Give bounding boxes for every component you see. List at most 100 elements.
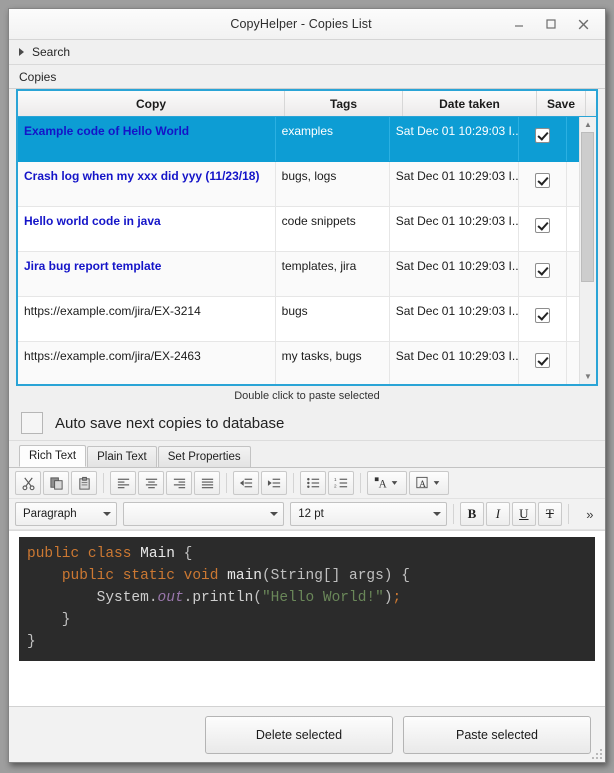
table-row[interactable]: Example code of Hello World examples Sat D…: [18, 117, 579, 162]
save-checkbox[interactable]: [535, 308, 551, 323]
code-token: Main: [140, 546, 175, 562]
column-header-tags[interactable]: Tags: [285, 91, 403, 116]
background-color-button[interactable]: A: [409, 471, 449, 495]
column-header-copy[interactable]: Copy: [18, 91, 285, 116]
table-row[interactable]: https://example.com/jira/EX-3214 bugs Sat …: [18, 297, 579, 342]
rich-text-editor[interactable]: public class Main { public static void m…: [9, 530, 605, 706]
cell-spacer: [567, 342, 579, 384]
save-checkbox[interactable]: [535, 263, 551, 278]
maximize-button[interactable]: [535, 10, 567, 38]
autosave-checkbox[interactable]: [21, 412, 43, 434]
align-left-button[interactable]: [110, 471, 136, 495]
underline-button[interactable]: U: [511, 502, 536, 526]
close-button[interactable]: [567, 10, 599, 38]
font-size-value: 12 pt: [298, 508, 324, 520]
code-token: {: [174, 546, 193, 562]
tab-set-properties[interactable]: Set Properties: [157, 446, 251, 467]
code-token: .: [148, 590, 158, 607]
increase-indent-button[interactable]: [261, 471, 287, 495]
cell-tags: code snippets: [276, 207, 390, 251]
search-expander[interactable]: Search: [9, 40, 605, 65]
decrease-indent-button[interactable]: [233, 471, 259, 495]
code-token: public: [27, 546, 80, 562]
scrollbar-track[interactable]: [580, 132, 596, 369]
save-checkbox[interactable]: [535, 353, 551, 368]
svg-text:1: 1: [334, 477, 337, 482]
app-window: CopyHelper - Copies List Search Copies C…: [8, 8, 606, 763]
cell-save[interactable]: [519, 162, 567, 206]
font-family-select[interactable]: [122, 502, 285, 526]
cell-spacer: [567, 207, 579, 251]
strikethrough-label: T: [545, 506, 554, 521]
chevron-down-icon: [433, 512, 441, 516]
table-row[interactable]: Hello world code in java code snippets Sat…: [18, 207, 579, 252]
tab-plain-text[interactable]: Plain Text: [87, 446, 157, 467]
format-toolbar: 1 2 A A: [9, 468, 605, 499]
column-header-save[interactable]: Save: [537, 91, 586, 116]
autosave-row[interactable]: Auto save next copies to database: [9, 406, 605, 441]
cell-date: Sat Dec 01 10:29:03 I...: [390, 342, 520, 384]
copies-group-header: Copies: [9, 65, 605, 89]
resize-grip[interactable]: [592, 749, 602, 759]
cut-button[interactable]: [15, 471, 41, 495]
minimize-button[interactable]: [503, 10, 535, 38]
code-token: void: [183, 568, 219, 585]
numbered-list-button[interactable]: 1 2: [328, 471, 354, 495]
code-content[interactable]: public class Main { public static void m…: [19, 537, 595, 662]
bold-button[interactable]: B: [459, 502, 484, 526]
toolbar-separator: [293, 473, 294, 493]
scroll-down-icon[interactable]: ▼: [580, 369, 596, 384]
code-token: System: [96, 590, 149, 607]
text-color-button[interactable]: A: [367, 471, 407, 495]
table-body-area: Example code of Hello World examples Sat D…: [18, 117, 596, 384]
strikethrough-button[interactable]: T: [537, 502, 562, 526]
scroll-up-icon[interactable]: ▲: [580, 117, 596, 132]
save-checkbox[interactable]: [535, 218, 551, 233]
toolbar-overflow-button[interactable]: »: [581, 507, 599, 522]
underline-label: U: [519, 506, 529, 521]
align-right-button[interactable]: [166, 471, 192, 495]
autosave-label: Auto save next copies to database: [55, 414, 285, 432]
cell-copy: Hello world code in java: [18, 207, 276, 251]
italic-label: I: [495, 506, 501, 521]
cell-save[interactable]: [519, 342, 567, 384]
tab-rich-text[interactable]: Rich Text: [19, 445, 87, 467]
copy-button[interactable]: [43, 471, 69, 495]
cell-copy: Example code of Hello World: [18, 117, 276, 161]
table-row[interactable]: https://example.com/jira/EX-2463 my tasks…: [18, 342, 579, 384]
cell-tags: templates, jira: [276, 252, 390, 296]
bullet-list-button[interactable]: [300, 471, 326, 495]
code-token: }: [27, 634, 36, 651]
paste-button[interactable]: [71, 471, 97, 495]
numbered-list-icon: 1 2: [334, 477, 347, 489]
cell-spacer: [567, 117, 579, 161]
cell-save[interactable]: [519, 297, 567, 341]
table-row[interactable]: Crash log when my xxx did yyy (11/23/18)…: [18, 162, 579, 207]
align-center-button[interactable]: [138, 471, 164, 495]
triangle-right-icon: [19, 48, 24, 56]
code-token: "Hello World!": [261, 590, 384, 607]
font-size-select[interactable]: 12 pt: [290, 502, 447, 526]
table-row[interactable]: Jira bug report template templates, jira S…: [18, 252, 579, 297]
cell-save[interactable]: [519, 117, 567, 161]
italic-button[interactable]: I: [485, 502, 510, 526]
save-checkbox[interactable]: [535, 173, 551, 188]
table-header-row: Copy Tags Date taken Save: [18, 91, 596, 117]
scrollbar-thumb[interactable]: [581, 132, 594, 282]
delete-selected-button[interactable]: Delete selected: [205, 715, 393, 754]
cell-tags: bugs, logs: [276, 162, 390, 206]
code-token: ;: [392, 590, 402, 607]
paste-selected-button[interactable]: Paste selected: [403, 715, 591, 754]
action-button-bar: Delete selected Paste selected: [9, 706, 605, 762]
bold-label: B: [467, 506, 477, 521]
paragraph-style-select[interactable]: Paragraph: [15, 502, 117, 526]
cell-save[interactable]: [519, 207, 567, 251]
toolbar-separator: [567, 504, 569, 524]
toolbar-separator: [453, 504, 454, 524]
cell-save[interactable]: [519, 252, 567, 296]
align-justify-button[interactable]: [194, 471, 220, 495]
column-header-date[interactable]: Date taken: [403, 91, 537, 116]
table-scrollbar[interactable]: ▲ ▼: [579, 117, 596, 384]
save-checkbox[interactable]: [535, 128, 551, 143]
